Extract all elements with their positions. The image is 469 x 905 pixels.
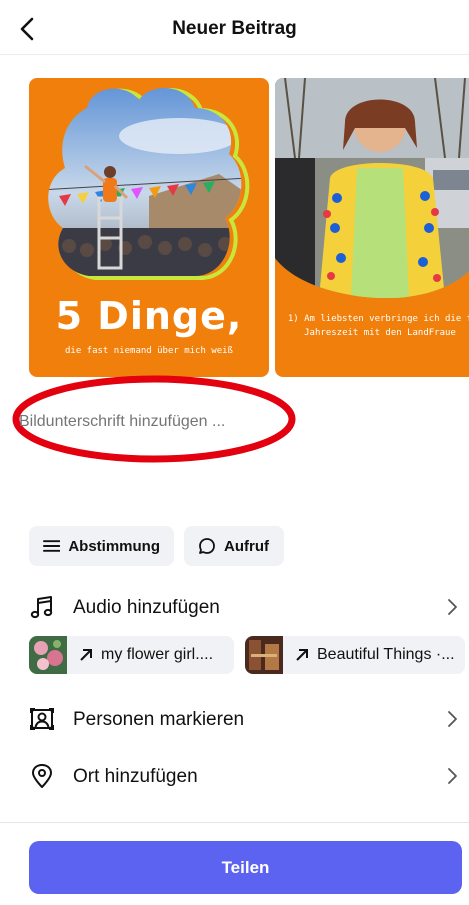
chevron-right-icon <box>448 768 457 784</box>
slide-1-subtitle: die fast niemand über mich weiß <box>65 346 233 356</box>
call-button[interactable]: Aufruf <box>184 526 284 566</box>
song-1-label: my flower girl.... <box>101 646 214 663</box>
add-location-label: Ort hinzufügen <box>73 766 198 787</box>
chevron-right-icon <box>448 711 457 727</box>
header: Neuer Beitrag <box>0 0 469 55</box>
slide-1[interactable]: 5 Dinge, die fast niemand über mich weiß <box>29 78 269 377</box>
song-1-cover <box>29 636 67 674</box>
tag-people-row[interactable]: Personen markieren <box>0 699 469 739</box>
song-2-cover <box>245 636 283 674</box>
song-2-label: Beautiful Things ·... <box>317 646 455 663</box>
location-pin-icon <box>29 763 55 789</box>
song-suggestion-1[interactable]: my flower girl.... <box>29 636 234 674</box>
partial-next-row <box>0 812 469 826</box>
add-audio-label: Audio hinzufügen <box>73 597 220 618</box>
slide-2-text-line-1: 1) Am liebsten verbringe ich die f <box>287 314 469 324</box>
add-location-row[interactable]: Ort hinzufügen <box>0 756 469 796</box>
speech-bubble-icon <box>199 538 215 554</box>
caption-input[interactable] <box>19 411 289 433</box>
add-audio-row[interactable]: Audio hinzufügen <box>0 587 469 627</box>
song-suggestion-2[interactable]: Beautiful Things ·... <box>245 636 465 674</box>
image-carousel[interactable]: 5 Dinge, die fast niemand über mich weiß <box>0 78 469 378</box>
page-title: Neuer Beitrag <box>172 18 297 39</box>
slide-2-text: 1) Am liebsten verbringe ich die f Jahre… <box>285 312 469 340</box>
divider <box>0 822 469 823</box>
slide-2[interactable]: 1) Am liebsten verbringe ich die f Jahre… <box>275 78 469 377</box>
menu-lines-icon <box>43 540 61 552</box>
share-button[interactable]: Teilen <box>29 841 462 894</box>
poll-label: Abstimmung <box>68 537 160 555</box>
person-tag-icon <box>29 706 55 732</box>
music-note-icon <box>29 594 55 620</box>
slide-2-text-line-2: Jahreszeit mit den LandFraue <box>304 328 456 338</box>
slide-1-title: 5 Dinge, <box>55 294 243 338</box>
arrow-up-right-icon <box>296 649 308 661</box>
poll-button[interactable]: Abstimmung <box>29 526 174 566</box>
arrow-up-right-icon <box>80 649 92 661</box>
call-label: Aufruf <box>224 537 269 555</box>
chevron-right-icon <box>448 599 457 615</box>
tag-people-label: Personen markieren <box>73 709 245 730</box>
